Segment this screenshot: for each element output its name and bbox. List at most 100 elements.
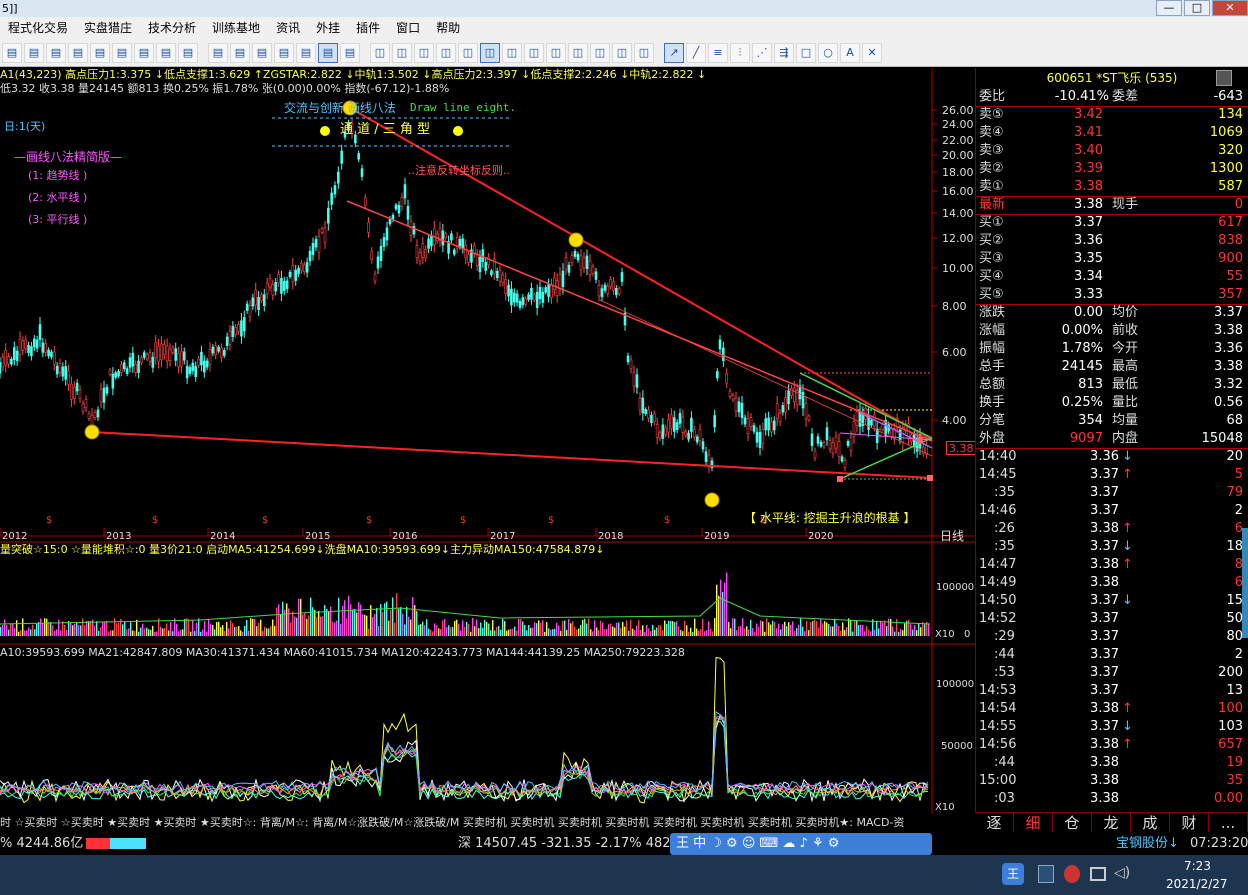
method-panel-title: —画线八法精简版— [14, 150, 123, 164]
candle-body [142, 352, 146, 358]
candle-body [831, 442, 835, 454]
menu-plugins[interactable]: 插件 [348, 17, 388, 39]
period-season-icon[interactable]: ◫ [546, 42, 566, 63]
period-60-icon[interactable]: ◫ [458, 42, 478, 63]
chart-icon[interactable]: ▤ [2, 42, 22, 63]
buy-price: 3.33 [1074, 287, 1103, 302]
candle-body [160, 343, 163, 360]
sell-icon[interactable]: ▤ [112, 42, 132, 63]
minimize-button[interactable]: — [1156, 0, 1182, 16]
volume-bar [140, 627, 142, 636]
line-icon[interactable]: ▤ [252, 42, 272, 63]
volume-bar [808, 630, 810, 636]
menu-help[interactable]: 帮助 [428, 17, 468, 39]
sell-level-label: 卖⑤ [979, 107, 1004, 122]
anchor-point[interactable] [927, 475, 933, 481]
menu-plugins-ext[interactable]: 外挂 [308, 17, 348, 39]
signal-strip[interactable]: 时 ☆买卖时 ☆买卖时 ★买卖时 ★买卖时 ★买卖时☆: 背离/M☆: 背离/M… [0, 814, 975, 832]
period-1-icon[interactable]: ◫ [370, 42, 390, 63]
quote-tab[interactable]: 成 [1131, 813, 1170, 832]
anchor-point[interactable] [837, 476, 843, 482]
chart-area[interactable]: 26.00 24.00 22.00 20.00 18.00 16.00 14.00 12.00… [0, 68, 977, 832]
ticks-scrollbar[interactable] [1242, 528, 1248, 638]
quote-tab[interactable]: 仓 [1053, 813, 1092, 832]
anchor-point[interactable] [917, 437, 923, 443]
volume-bar [392, 597, 394, 636]
warn-icon[interactable]: ▤ [134, 42, 154, 63]
ime-toolbar[interactable]: 王 中 ☽ ⚙ ☺ ⌨ ☁ ♪ ⚘ ⚙ [670, 833, 932, 855]
kline-icon[interactable]: ▤ [208, 42, 228, 63]
quote-panel: 600651 *ST飞乐 (535) 委比 -10.41% 委差 -643 卖⑤ 3.42… [975, 68, 1248, 832]
table-icon[interactable]: ▤ [24, 42, 44, 63]
tick-time: :44 [994, 755, 1015, 770]
quote-tab[interactable]: 财 [1170, 813, 1209, 832]
bars-icon[interactable]: ▤ [230, 42, 250, 63]
tray-shield-icon[interactable] [1038, 865, 1054, 883]
tray-network-icon[interactable] [1090, 867, 1106, 881]
draw-fib-icon[interactable]: ⋰ [752, 42, 772, 63]
tray-app-icon[interactable] [1064, 865, 1080, 883]
draw-text-icon[interactable]: A [840, 42, 860, 63]
menu-program-trading[interactable]: 程式化交易 [0, 17, 76, 39]
menu-training[interactable]: 训练基地 [204, 17, 268, 39]
draw-channel-icon[interactable]: ⫶ [730, 42, 750, 63]
draw-delete-icon[interactable]: ✕ [862, 42, 882, 63]
volume-bar [270, 626, 272, 636]
period-m-icon[interactable]: ◫ [590, 42, 610, 63]
draw-hline-icon[interactable]: ≡ [708, 42, 728, 63]
draw-line-icon[interactable]: ↗ [664, 42, 684, 63]
day-line-label[interactable]: 日线 [940, 529, 964, 543]
period-30-icon[interactable]: ◫ [436, 42, 456, 63]
volume-bar [600, 620, 602, 636]
taskbar-date[interactable]: 2021/2/27 [1166, 877, 1228, 891]
win2-icon[interactable]: ▤ [340, 42, 360, 63]
period-day-icon[interactable]: ◫ [480, 42, 500, 63]
menu-tech-analysis[interactable]: 技术分析 [140, 17, 204, 39]
doc-icon[interactable]: ▤ [296, 42, 316, 63]
draw-circle-icon[interactable]: ○ [818, 42, 838, 63]
stack-icon[interactable]: ▤ [274, 42, 294, 63]
menu-live-hunt[interactable]: 实盘猎庄 [76, 17, 140, 39]
draw-rect-icon[interactable]: □ [796, 42, 816, 63]
volume-bar [876, 620, 878, 636]
period-d-icon[interactable]: ◫ [612, 42, 632, 63]
maximize-button[interactable]: □ [1184, 0, 1210, 16]
quote-tab[interactable]: 逐 [975, 813, 1014, 832]
grid-icon[interactable]: ▤ [178, 42, 198, 63]
quote-tab[interactable]: ... [1209, 813, 1248, 832]
period-w-icon[interactable]: ◫ [634, 42, 654, 63]
buy-icon[interactable]: ▤ [90, 42, 110, 63]
candle-body [427, 238, 430, 249]
tick-time: 14:53 [979, 683, 1017, 698]
taskbar-time[interactable]: 7:23 [1184, 859, 1211, 873]
volume-bar [558, 625, 560, 636]
order-ratio-label: 委比 [979, 89, 1006, 104]
stat-value-2: 0.56 [1214, 395, 1243, 410]
candle-body [718, 339, 722, 350]
candle-body [24, 339, 28, 350]
candle-body [18, 338, 22, 355]
period-year-icon[interactable]: ◫ [568, 42, 588, 63]
draw-arrow-icon[interactable]: ⇶ [774, 42, 794, 63]
volume-bar [498, 625, 500, 636]
period-month-icon[interactable]: ◫ [524, 42, 544, 63]
menu-news[interactable]: 资讯 [268, 17, 308, 39]
period-week-icon[interactable]: ◫ [502, 42, 522, 63]
period-5-icon[interactable]: ◫ [392, 42, 412, 63]
menu-window[interactable]: 窗口 [388, 17, 428, 39]
list-icon[interactable]: ▤ [68, 42, 88, 63]
win-icon[interactable]: ▤ [318, 42, 338, 63]
ticker-tag[interactable]: 宝钢股份↓ [1116, 832, 1179, 855]
tray-volume-icon[interactable]: ◁) [1114, 865, 1130, 881]
quote-tab[interactable]: 细 [1014, 813, 1053, 832]
copy-icon[interactable]: ▤ [46, 42, 66, 63]
volume-bar [98, 630, 100, 636]
volume-bar [372, 617, 374, 636]
period-15-icon[interactable]: ◫ [414, 42, 434, 63]
tray-ime-icon[interactable]: 王 [1002, 863, 1024, 885]
pie-icon[interactable]: ▤ [156, 42, 176, 63]
quote-tab[interactable]: 龙 [1092, 813, 1131, 832]
draw-trend-icon[interactable]: ╱ [686, 42, 706, 63]
volume-bar [222, 625, 224, 636]
close-button[interactable]: ✕ [1212, 0, 1248, 16]
